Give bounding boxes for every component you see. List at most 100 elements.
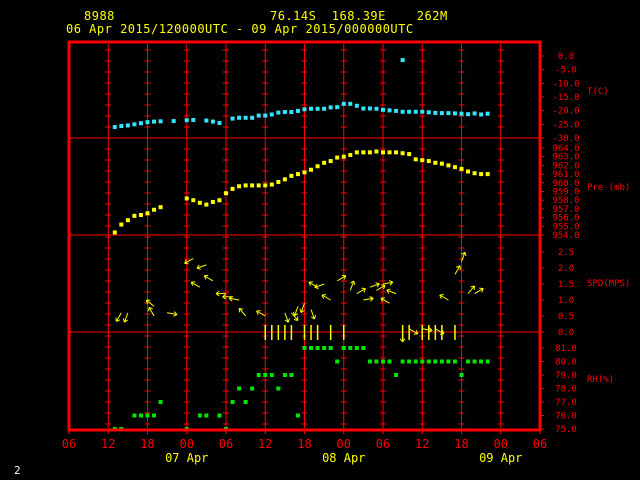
x-tick-label: 00 (180, 437, 194, 451)
pressure-point (328, 159, 333, 164)
pressure-point (230, 186, 235, 191)
temperature-point (243, 115, 248, 120)
humidity-point (269, 373, 274, 377)
humidity-point (289, 373, 294, 377)
pressure-point (158, 205, 163, 210)
temperature-point (191, 117, 196, 122)
humidity-point (263, 373, 268, 377)
temperature-point (184, 118, 189, 123)
x-tick-label: 06 (533, 437, 547, 451)
x-tick-label: 00 (337, 437, 351, 451)
pressure-point (184, 196, 189, 201)
x-tick-label: 18 (297, 437, 311, 451)
pressure-point (263, 183, 268, 188)
humidity-point (381, 359, 385, 364)
temperature-point (237, 115, 242, 120)
y-tick-label: 963.0 (552, 153, 579, 163)
humidity-point (335, 359, 340, 364)
y-tick-label: 956.0 (552, 214, 579, 224)
wind-arrowhead (375, 282, 380, 285)
y-tick-label: -25.0 (552, 120, 579, 130)
y-tick-label: 0.0 (558, 328, 574, 338)
wind-arrowhead (464, 252, 467, 257)
y-tick-label: 75.0 (555, 425, 577, 435)
temperature-point (315, 106, 320, 111)
temperature-point (289, 110, 294, 115)
y-tick-label: 78.0 (555, 385, 577, 395)
pressure-point (256, 183, 261, 188)
wind-arrowhead (386, 288, 391, 291)
date-label: 09 Apr (479, 451, 522, 465)
pressure-point (381, 150, 385, 155)
temperature-point (394, 108, 399, 113)
humidity-point (348, 346, 353, 350)
pressure-point (439, 161, 444, 166)
pressure-point (269, 182, 274, 187)
humidity-point (302, 346, 307, 350)
pressure-point (289, 173, 294, 178)
humidity-point (459, 373, 464, 377)
temperature-point (158, 119, 163, 124)
humidity-point (197, 413, 202, 418)
humidity-point (361, 346, 366, 350)
temperature-point (413, 109, 418, 114)
wind-arrowhead (369, 296, 374, 299)
wind-arrowhead (287, 318, 290, 323)
temperature-point (361, 106, 366, 111)
y-tick-label: -20.0 (552, 107, 579, 117)
humidity-point (158, 400, 163, 404)
humidity-point (138, 413, 143, 418)
y-tick-label: 2.0 (558, 264, 574, 274)
y-tick-label: 958.0 (552, 196, 579, 206)
humidity-point (407, 359, 412, 364)
temperature-point (295, 108, 300, 113)
humidity-point (485, 359, 490, 364)
humidity-point (217, 413, 222, 418)
humidity-point (394, 373, 399, 377)
pressure-point (315, 164, 320, 169)
pressure-point (374, 149, 379, 154)
temperature-point (328, 105, 333, 110)
humidity-point (374, 359, 379, 364)
pressure-point (322, 160, 327, 165)
y-tick-label: 1.5 (558, 280, 574, 290)
temperature-point (400, 109, 405, 114)
humidity-point (426, 359, 431, 364)
humidity-point (354, 346, 359, 350)
x-tick-label: 18 (140, 437, 154, 451)
humidity-point (295, 413, 300, 418)
temperature-point (433, 110, 438, 115)
humidity-point (204, 413, 209, 418)
pressure-point (125, 218, 130, 223)
pressure-point (459, 166, 464, 171)
humidity-point (400, 359, 405, 364)
pressure-point (479, 172, 484, 177)
humidity-point (132, 413, 137, 418)
pressure-point (394, 150, 399, 155)
temperature-point (138, 121, 143, 126)
y-tick-label: 961.0 (552, 170, 579, 180)
x-tick-label: 06 (219, 437, 233, 451)
temperature-point (452, 111, 457, 116)
y-tick-label: 962.0 (552, 161, 579, 171)
pressure-point (197, 200, 202, 205)
temperature-point (282, 110, 287, 115)
grid-layer (68, 44, 544, 434)
date-label: 08 Apr (322, 451, 365, 465)
wind-arrowhead (173, 314, 178, 317)
pressure-point (452, 165, 457, 170)
temperature-point (335, 105, 340, 110)
pressure-point (420, 158, 425, 163)
temperature-point (230, 116, 235, 121)
pressure-point (132, 213, 137, 218)
pressure-point (361, 150, 366, 155)
pressure-point (282, 177, 287, 182)
pressure-point (276, 179, 281, 184)
y-tick-label: 954.0 (552, 231, 579, 241)
y-tick-label: 1.0 (558, 296, 574, 306)
meteogram-chart: 0.0 -5.0 -10.0 -15.0 -20.0 -25.0 -30.0 T(C) 954.… (62, 40, 630, 465)
y-tick-label: 955.0 (552, 222, 579, 232)
wind-arrowhead (353, 280, 356, 285)
panel-label: T(C) (587, 87, 609, 97)
pressure-point (472, 171, 477, 176)
